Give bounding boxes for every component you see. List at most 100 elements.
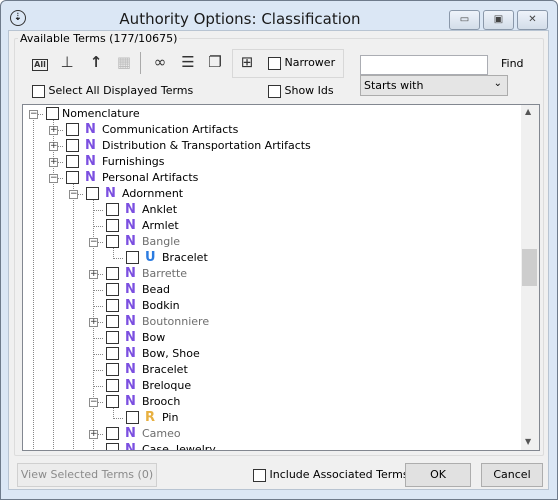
toolbar-divider	[140, 52, 141, 74]
tree-item-checkbox[interactable]	[106, 267, 119, 280]
find-button[interactable]: Find	[501, 57, 524, 70]
tree-item-checkbox[interactable]	[106, 363, 119, 376]
tree-line	[98, 434, 103, 435]
tree-item-checkbox[interactable]	[66, 123, 79, 136]
ok-button[interactable]: OK	[405, 463, 471, 487]
narrower-label: Narrower	[284, 56, 336, 69]
expand-icon[interactable]: +	[89, 430, 98, 439]
term-type-N-icon: N	[125, 346, 136, 361]
tree-item-checkbox[interactable]	[106, 219, 119, 232]
tree-item-checkbox[interactable]	[106, 347, 119, 360]
tree-line	[93, 354, 103, 355]
hierarchy-icon[interactable]: ⊥	[57, 52, 77, 72]
close-button[interactable]: ✕	[517, 10, 548, 30]
tree-line	[58, 162, 63, 163]
include-associated-checkbox[interactable]: Include Associated Terms	[253, 468, 409, 482]
tree-item-checkbox[interactable]	[106, 315, 119, 328]
narrower-checkbox[interactable]: Narrower	[268, 56, 335, 70]
tree-item-checkbox[interactable]	[106, 395, 119, 408]
up-arrow-icon[interactable]: ↑	[86, 52, 106, 72]
tree-item-label: Barrette	[142, 267, 188, 280]
expand-icon[interactable]: +	[49, 158, 58, 167]
tree-item-checkbox[interactable]	[106, 299, 119, 312]
tree-scrollbar[interactable]: ▲ ▼	[521, 105, 539, 450]
collapse-icon[interactable]: −	[89, 238, 98, 247]
tree-item-checkbox[interactable]	[106, 235, 119, 248]
term-type-N-icon: N	[125, 234, 136, 249]
expand-icon[interactable]: +	[49, 142, 58, 151]
maximize-button[interactable]: ▣	[483, 10, 514, 30]
term-type-N-icon: N	[125, 378, 136, 393]
tree-item-label: Breloque	[142, 379, 192, 392]
terms-tree[interactable]: ▲ ▼ − Nomenclature + N Communication Artifac…	[22, 104, 540, 451]
tree-item-checkbox[interactable]	[126, 251, 139, 264]
tree-line	[58, 178, 63, 179]
tree-line	[58, 130, 63, 131]
tree-line	[98, 322, 103, 323]
term-type-N-icon: N	[125, 330, 136, 345]
tree-item-checkbox[interactable]	[106, 203, 119, 216]
tree-item-checkbox[interactable]	[66, 171, 79, 184]
collapse-icon[interactable]: −	[89, 398, 98, 407]
tree-item-checkbox[interactable]	[106, 283, 119, 296]
tree-line	[38, 114, 43, 115]
collapse-icon[interactable]: −	[69, 190, 78, 199]
expand-icon[interactable]: +	[89, 270, 98, 279]
tree-line	[93, 306, 103, 307]
term-type-R-icon: R	[145, 410, 156, 425]
tree-item-checkbox[interactable]	[66, 155, 79, 168]
scrollbar-thumb[interactable]	[522, 249, 537, 286]
term-type-U-icon: U	[145, 250, 156, 265]
tree-item-label: Boutonniere	[142, 315, 210, 328]
tree-item-checkbox[interactable]	[106, 379, 119, 392]
collapse-icon[interactable]: −	[49, 174, 58, 183]
tree-item-checkbox[interactable]	[126, 411, 139, 424]
term-type-N-icon: N	[125, 298, 136, 313]
tree-item-label: Armlet	[142, 219, 179, 232]
tree-item-label: Pin	[162, 411, 179, 424]
term-type-N-icon: N	[85, 170, 96, 185]
tree-line	[98, 242, 103, 243]
term-type-N-icon: N	[85, 122, 96, 137]
term-type-N-icon: N	[125, 442, 136, 451]
tree-item-checkbox[interactable]	[86, 187, 99, 200]
expand-icon[interactable]: +	[49, 126, 58, 135]
all-icon[interactable]: All	[32, 59, 48, 71]
tree-item-checkbox[interactable]	[106, 331, 119, 344]
view-selected-terms-button: View Selected Terms (0)	[17, 463, 157, 487]
list-icon[interactable]: ☰	[178, 52, 198, 72]
tree-item-checkbox[interactable]	[106, 427, 119, 440]
tree-line	[113, 258, 123, 259]
copy-icon[interactable]: ❐	[205, 52, 225, 72]
select-all-label: Select All Displayed Terms	[48, 84, 194, 97]
minimize-button[interactable]: ▭	[449, 10, 480, 30]
match-mode-select[interactable]: Starts with ⌄	[360, 75, 508, 96]
find-input[interactable]	[360, 55, 488, 75]
collapse-icon[interactable]: −	[29, 110, 38, 119]
tree-item-label: Furnishings	[102, 155, 165, 168]
tree-item-label: Bracelet	[142, 363, 188, 376]
tree-line	[58, 146, 63, 147]
tree-item-label: Anklet	[142, 203, 178, 216]
tree-line	[93, 386, 103, 387]
add-icon[interactable]: ⊞	[237, 52, 257, 72]
cancel-button[interactable]: Cancel	[481, 463, 543, 487]
include-associated-label: Include Associated Terms	[269, 468, 409, 481]
expand-icon[interactable]: +	[89, 318, 98, 327]
match-mode-value: Starts with	[364, 79, 424, 92]
scroll-down-icon[interactable]: ▼	[525, 437, 531, 446]
term-type-N-icon: N	[125, 362, 136, 377]
tree-item-label: Cameo	[142, 427, 181, 440]
select-all-checkbox[interactable]: Select All Displayed Terms	[32, 84, 193, 98]
tree-item-checkbox[interactable]	[66, 139, 79, 152]
show-ids-checkbox[interactable]: Show Ids	[268, 84, 334, 98]
scroll-up-icon[interactable]: ▲	[525, 107, 531, 116]
tree-item-label: Bow	[142, 331, 166, 344]
tree-item-label: Personal Artifacts	[102, 171, 199, 184]
tree-item-checkbox[interactable]	[106, 443, 119, 450]
tree-line	[93, 210, 103, 211]
tree-line	[78, 194, 83, 195]
term-type-N-icon: N	[125, 394, 136, 409]
tree-item-checkbox[interactable]	[46, 107, 59, 120]
binoculars-icon[interactable]: ∞	[150, 52, 170, 72]
